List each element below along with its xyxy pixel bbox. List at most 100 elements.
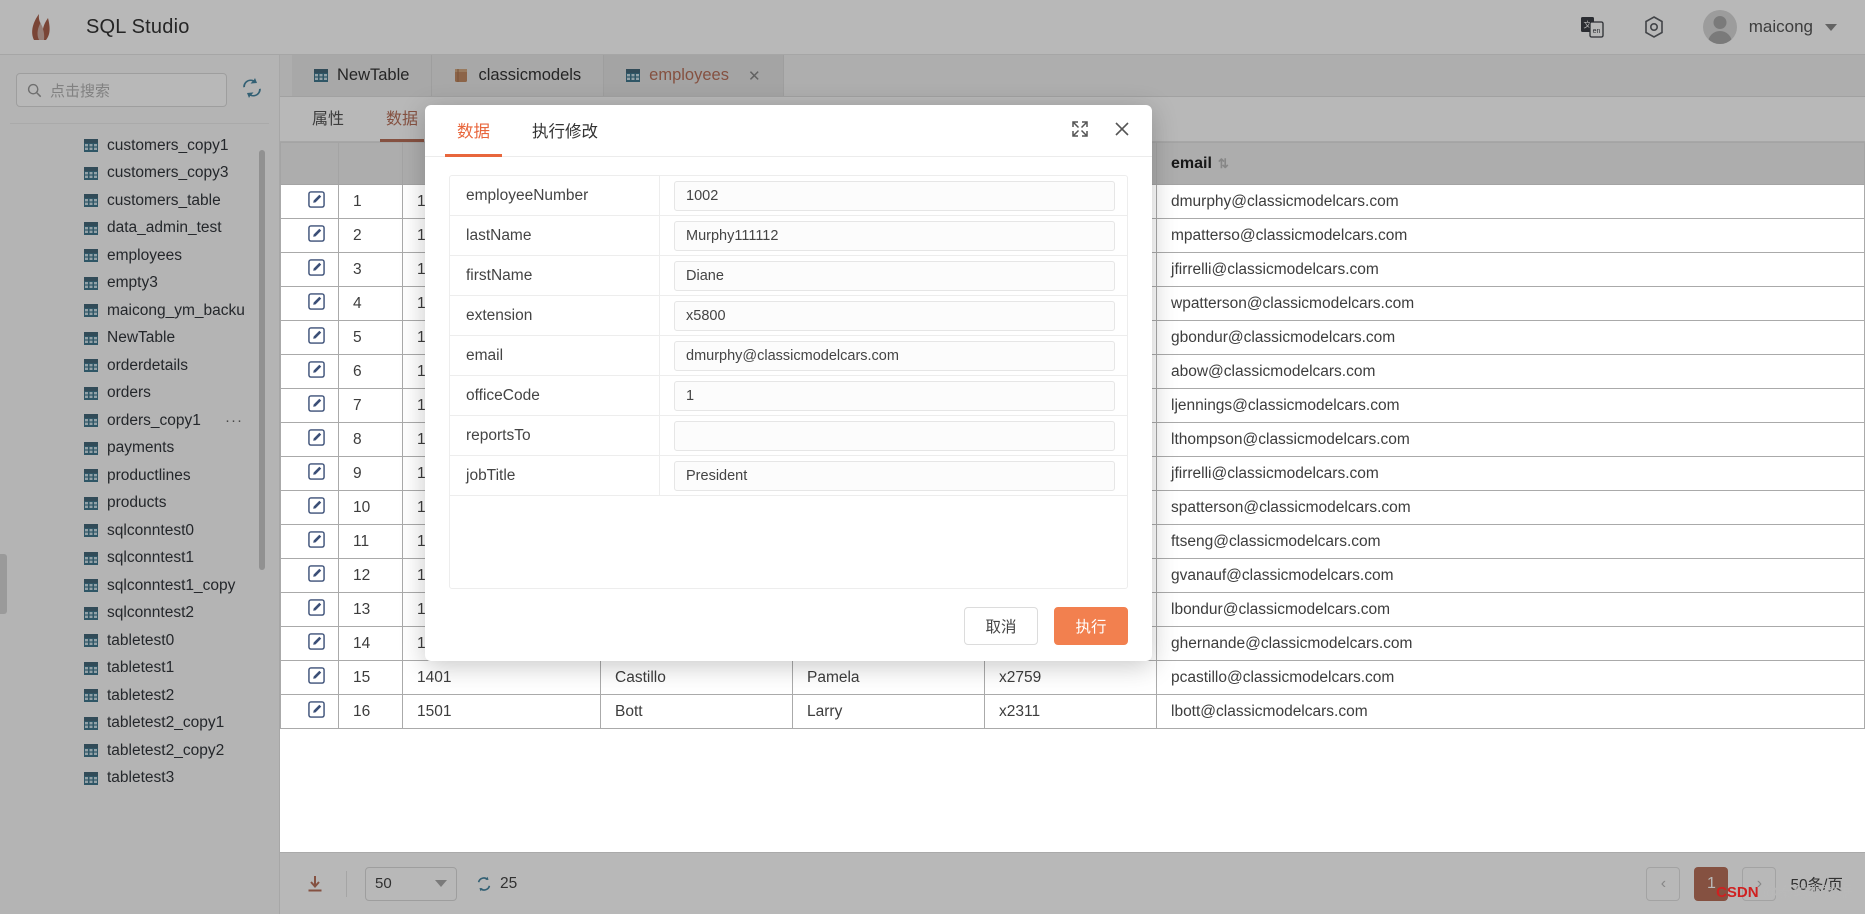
row-edit-button[interactable] — [280, 422, 339, 457]
cell-email[interactable]: lbott@classicmodelcars.com — [1156, 694, 1865, 729]
field-input-jobTitle[interactable] — [674, 460, 1115, 491]
sidebar-item-customers_table[interactable]: customers_table — [0, 187, 279, 215]
cell-employeeNumber[interactable]: 1501 — [402, 694, 601, 729]
sidebar-item-empty3[interactable]: empty3 — [0, 270, 279, 298]
download-icon[interactable] — [302, 871, 328, 897]
cell-email[interactable]: mpatterso@classicmodelcars.com — [1156, 218, 1865, 253]
tab-data[interactable]: 数据 — [380, 97, 425, 142]
cell-email[interactable]: wpatterson@classicmodelcars.com — [1156, 286, 1865, 321]
row-edit-button[interactable] — [280, 660, 339, 695]
cell-firstName[interactable]: Pamela — [792, 660, 985, 695]
sidebar-item-employees[interactable]: employees — [0, 242, 279, 270]
workspace-tab-classicmodels[interactable]: classicmodels — [432, 55, 605, 96]
dialog-tab-execute-changes[interactable]: 执行修改 — [532, 105, 598, 157]
sidebar-item-maicong_ym_backu[interactable]: maicong_ym_backu — [0, 297, 279, 325]
cell-extension[interactable]: x2311 — [984, 694, 1157, 729]
sidebar-item-payments[interactable]: payments — [0, 435, 279, 463]
expand-icon[interactable] — [1070, 119, 1090, 139]
sidebar-item-sqlconntest1_copy[interactable]: sqlconntest1_copy — [0, 572, 279, 600]
sidebar-item-sqlconntest1[interactable]: sqlconntest1 — [0, 545, 279, 573]
sidebar-item-sqlconntest2[interactable]: sqlconntest2 — [0, 600, 279, 628]
sidebar-item-tabletest2_copy2[interactable]: tabletest2_copy2 — [0, 737, 279, 765]
refresh-count[interactable]: 25 — [475, 875, 517, 893]
cell-email[interactable]: lbondur@classicmodelcars.com — [1156, 592, 1865, 627]
sidebar-item-more-icon[interactable]: ··· — [225, 412, 243, 429]
sidebar-item-newtable[interactable]: NewTable — [0, 325, 279, 353]
header-email[interactable]: email ⇅ — [1156, 142, 1865, 185]
field-input-email[interactable] — [674, 340, 1115, 371]
search-input[interactable]: 点击搜索 — [16, 73, 227, 107]
sidebar-item-productlines[interactable]: productlines — [0, 462, 279, 490]
cell-email[interactable]: pcastillo@classicmodelcars.com — [1156, 660, 1865, 695]
row-edit-button[interactable] — [280, 626, 339, 661]
row-edit-button[interactable] — [280, 286, 339, 321]
workspace-tab-newtable[interactable]: NewTable — [292, 55, 433, 96]
cell-email[interactable]: spatterson@classicmodelcars.com — [1156, 490, 1865, 525]
field-input-lastName[interactable] — [674, 220, 1115, 251]
cell-email[interactable]: lthompson@classicmodelcars.com — [1156, 422, 1865, 457]
row-edit-button[interactable] — [280, 490, 339, 525]
user-menu[interactable]: maicong — [1702, 10, 1837, 44]
field-input-officeCode[interactable] — [674, 380, 1115, 411]
row-edit-button[interactable] — [280, 354, 339, 389]
cell-firstName[interactable]: Larry — [792, 694, 985, 729]
sidebar-item-orders_copy1[interactable]: orders_copy1 ··· — [0, 407, 279, 435]
sidebar-item-sqlconntest0[interactable]: sqlconntest0 — [0, 517, 279, 545]
sidebar-item-products[interactable]: products — [0, 490, 279, 518]
row-edit-button[interactable] — [280, 320, 339, 355]
field-input-extension[interactable] — [674, 300, 1115, 331]
row-edit-button[interactable] — [280, 388, 339, 423]
cell-email[interactable]: ghernande@classicmodelcars.com — [1156, 626, 1865, 661]
translate-icon[interactable]: 文 en — [1579, 14, 1605, 40]
sidebar-item-customers_copy1[interactable]: customers_copy1 — [0, 132, 279, 160]
row-edit-button[interactable] — [280, 592, 339, 627]
row-edit-button[interactable] — [280, 524, 339, 559]
row-edit-button[interactable] — [280, 456, 339, 491]
dialog-tab-data[interactable]: 数据 — [445, 105, 502, 157]
refresh-icon[interactable] — [241, 77, 263, 104]
sort-icon[interactable]: ⇅ — [1218, 156, 1229, 171]
sidebar-item-orders[interactable]: orders — [0, 380, 279, 408]
row-edit-button[interactable] — [280, 694, 339, 729]
cell-lastName[interactable]: Bott — [600, 694, 793, 729]
tab-properties[interactable]: 属性 — [312, 97, 344, 142]
sidebar-item-tabletest3[interactable]: tabletest3 — [0, 765, 279, 793]
cell-email[interactable]: jfirrelli@classicmodelcars.com — [1156, 252, 1865, 287]
sidebar-item-tabletest0[interactable]: tabletest0 — [0, 627, 279, 655]
table-row[interactable]: 15 1401 Castillo Pamela x2759 pcastillo@class… — [280, 660, 1865, 695]
page-size-select[interactable]: 50 — [365, 866, 457, 901]
close-icon[interactable] — [1112, 119, 1132, 139]
header-select-all[interactable] — [280, 142, 339, 185]
prev-page-button[interactable]: ‹ — [1646, 866, 1681, 901]
cell-employeeNumber[interactable]: 1401 — [402, 660, 601, 695]
close-icon[interactable]: ✕ — [748, 67, 761, 85]
cell-extension[interactable]: x2759 — [984, 660, 1157, 695]
cell-email[interactable]: gbondur@classicmodelcars.com — [1156, 320, 1865, 355]
sidebar-item-tabletest2_copy1[interactable]: tabletest2_copy1 — [0, 710, 279, 738]
gear-icon[interactable] — [1641, 14, 1667, 40]
sidebar-item-label: tabletest2 — [107, 686, 175, 704]
field-input-employeeNumber[interactable] — [674, 180, 1115, 211]
execute-button[interactable]: 执行 — [1054, 607, 1128, 645]
row-edit-button[interactable] — [280, 252, 339, 287]
row-edit-button[interactable] — [280, 184, 339, 219]
field-input-reportsTo[interactable] — [674, 420, 1115, 451]
cell-lastName[interactable]: Castillo — [600, 660, 793, 695]
cell-email[interactable]: jfirrelli@classicmodelcars.com — [1156, 456, 1865, 491]
sidebar-item-tabletest1[interactable]: tabletest1 — [0, 655, 279, 683]
cell-email[interactable]: ljennings@classicmodelcars.com — [1156, 388, 1865, 423]
row-edit-button[interactable] — [280, 558, 339, 593]
sidebar-item-customers_copy3[interactable]: customers_copy3 — [0, 160, 279, 188]
table-row[interactable]: 16 1501 Bott Larry x2311 lbott@classicmodelca… — [280, 694, 1865, 729]
field-input-firstName[interactable] — [674, 260, 1115, 291]
cancel-button[interactable]: 取消 — [964, 607, 1038, 645]
workspace-tab-employees[interactable]: employees ✕ — [604, 55, 784, 96]
sidebar-item-tabletest2[interactable]: tabletest2 — [0, 682, 279, 710]
cell-email[interactable]: dmurphy@classicmodelcars.com — [1156, 184, 1865, 219]
cell-email[interactable]: gvanauf@classicmodelcars.com — [1156, 558, 1865, 593]
sidebar-item-data_admin_test[interactable]: data_admin_test — [0, 215, 279, 243]
cell-email[interactable]: ftseng@classicmodelcars.com — [1156, 524, 1865, 559]
sidebar-item-orderdetails[interactable]: orderdetails — [0, 352, 279, 380]
cell-email[interactable]: abow@classicmodelcars.com — [1156, 354, 1865, 389]
row-edit-button[interactable] — [280, 218, 339, 253]
